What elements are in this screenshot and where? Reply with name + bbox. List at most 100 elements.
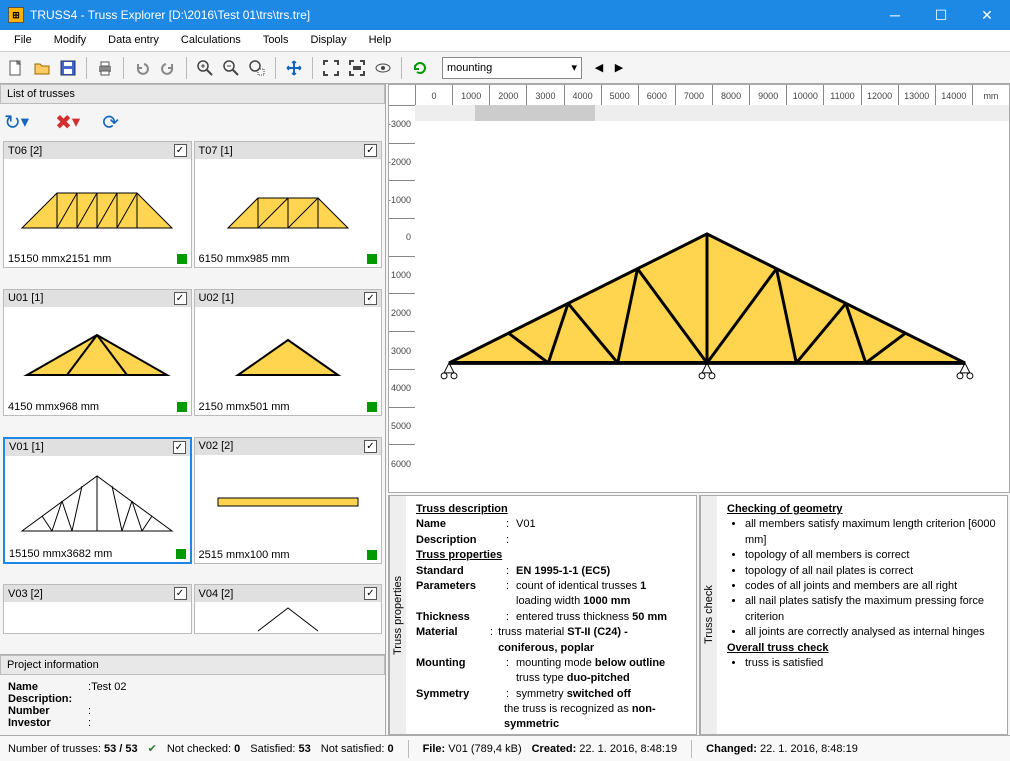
undo-icon[interactable] (130, 56, 154, 80)
menu-data-entry[interactable]: Data entry (98, 32, 169, 49)
close-button[interactable]: ✕ (964, 0, 1010, 30)
checkbox-icon[interactable]: ✓ (364, 440, 377, 453)
truss-dim: 6150 mmx985 mm (199, 253, 290, 265)
menubar: File Modify Data entry Calculations Tool… (0, 30, 1010, 52)
checkbox-icon[interactable]: ✓ (174, 292, 187, 305)
status-square (367, 550, 377, 560)
minimize-button[interactable]: ─ (872, 0, 918, 30)
truss-item-v03[interactable]: V03 [2] ✓ (3, 584, 192, 634)
truss-properties-panel: Truss properties Truss description Name:… (388, 495, 697, 735)
redo-icon[interactable] (156, 56, 180, 80)
separator (123, 57, 124, 79)
menu-file[interactable]: File (4, 32, 42, 49)
truss-item-t07[interactable]: T07 [1] ✓ 6150 mmx985 mm (194, 141, 383, 268)
print-icon[interactable] (93, 56, 117, 80)
project-info-panel: Project information Name: Test 02 Descri… (0, 654, 385, 735)
truss-properties-tab[interactable]: Truss properties (389, 496, 406, 734)
separator (275, 57, 276, 79)
truss-name: U01 [1] (8, 292, 43, 304)
check-item: topology of all nail plates is correct (745, 564, 997, 579)
truss-item-u01[interactable]: U01 [1]✓ 4150 mmx968 mm (3, 289, 192, 416)
proj-desc-label: Description: (8, 693, 88, 705)
truss-item-v04[interactable]: V04 [2] ✓ (194, 584, 383, 634)
truss-item-v01[interactable]: V01 [1]✓ 15150 mmx3682 mm (3, 437, 192, 564)
truss-name: T07 [1] (199, 145, 233, 157)
check-geometry-heading: Checking of geometry (727, 502, 997, 517)
zoom-out-icon[interactable] (219, 56, 243, 80)
maximize-button[interactable]: ☐ (918, 0, 964, 30)
menu-display[interactable]: Display (301, 32, 357, 49)
view-dropdown[interactable]: mounting ▾ (442, 57, 582, 79)
overall-check-heading: Overall truss check (727, 641, 997, 656)
status-square (177, 254, 187, 264)
proj-name-label: Name (8, 681, 88, 693)
checkbox-icon[interactable]: ✓ (174, 144, 187, 157)
fit2-icon[interactable] (345, 56, 369, 80)
truss-list-toolbar: ↻▾ ✖▾ ⟳ (0, 104, 385, 140)
checkbox-icon[interactable]: ✓ (364, 587, 377, 600)
check-item: truss is satisfied (745, 656, 997, 671)
separator (401, 57, 402, 79)
check-item: all joints are correctly analysed as int… (745, 625, 997, 640)
check-item: all nail plates satisfy the maximum pres… (745, 594, 997, 625)
truss-item-v02[interactable]: V02 [2]✓ 2515 mmx100 mm (194, 437, 383, 564)
separator (186, 57, 187, 79)
status-square (367, 254, 377, 264)
project-info-title: Project information (0, 655, 385, 675)
status-square (176, 549, 186, 559)
open-icon[interactable] (30, 56, 54, 80)
truss-name: V03 [2] (8, 588, 43, 600)
status-square (177, 402, 187, 412)
check-item: codes of all joints and members are all … (745, 579, 997, 594)
prev-button[interactable]: ◀ (590, 59, 608, 77)
truss-desc-heading: Truss description (416, 502, 686, 517)
next-button[interactable]: ▶ (610, 59, 628, 77)
menu-modify[interactable]: Modify (44, 32, 96, 49)
toolbar: mounting ▾ ◀ ▶ (0, 52, 1010, 84)
truss-dim: 2150 mmx501 mm (199, 401, 290, 413)
dropdown-value: mounting (447, 62, 492, 74)
truss-name: T06 [2] (8, 145, 42, 157)
vertical-ruler: 6000500040003000200010000-1000-2000-3000 (389, 105, 415, 482)
truss-dim: 15150 mmx2151 mm (8, 253, 111, 265)
titlebar: ⊞ TRUSS4 - Truss Explorer [D:\2016\Test … (0, 0, 1010, 30)
check-item: all members satisfy maximum length crite… (745, 517, 997, 548)
truss-name: V04 [2] (199, 588, 234, 600)
truss-check-panel: Truss check Checking of geometry all mem… (699, 495, 1008, 735)
menu-calculations[interactable]: Calculations (171, 32, 251, 49)
truss-item-u02[interactable]: U02 [1] ✓ 2150 mmx501 mm (194, 289, 383, 416)
new-icon[interactable] (4, 56, 28, 80)
status-square (367, 402, 377, 412)
checkbox-icon[interactable]: ✓ (174, 587, 187, 600)
truss-list[interactable]: T06 [2] ✓ 15150 mmx2151 mm T07 [1] ✓ 6150 … (0, 140, 385, 654)
proj-investor-label: Investor (8, 717, 88, 729)
checkbox-icon[interactable]: ✓ (173, 441, 186, 454)
truss-item-t06[interactable]: T06 [2] ✓ 15150 mmx2151 mm (3, 141, 192, 268)
check-item: topology of all members is correct (745, 548, 997, 563)
fit-icon[interactable] (319, 56, 343, 80)
add-truss-icon[interactable]: ↻▾ (4, 110, 29, 135)
pan-icon[interactable] (282, 56, 306, 80)
menu-help[interactable]: Help (359, 32, 402, 49)
truss-name: U02 [1] (199, 292, 234, 304)
delete-truss-icon[interactable]: ✖▾ (55, 110, 80, 135)
zoom-in-icon[interactable] (193, 56, 217, 80)
refresh-icon[interactable] (408, 56, 432, 80)
proj-name-value: Test 02 (91, 681, 126, 693)
refresh-truss-icon[interactable]: ⟳ (102, 110, 119, 135)
status-bar: Number of trusses: 53 / 53 ✔ Not checked… (0, 735, 1010, 761)
app-icon: ⊞ (8, 7, 24, 23)
truss-list-title: List of trusses (0, 84, 385, 104)
main-viewport[interactable]: 0100020003000400050006000700080009000100… (388, 84, 1010, 493)
menu-tools[interactable]: Tools (253, 32, 299, 49)
eye-icon[interactable] (371, 56, 395, 80)
checkbox-icon[interactable]: ✓ (364, 144, 377, 157)
truss-props-heading: Truss properties (416, 548, 686, 563)
canvas-main[interactable] (415, 105, 999, 482)
truss-check-tab[interactable]: Truss check (700, 496, 717, 734)
save-icon[interactable] (56, 56, 80, 80)
horizontal-ruler: 0100020003000400050006000700080009000100… (415, 85, 1009, 105)
zoom-window-icon[interactable] (245, 56, 269, 80)
separator (86, 57, 87, 79)
checkbox-icon[interactable]: ✓ (364, 292, 377, 305)
